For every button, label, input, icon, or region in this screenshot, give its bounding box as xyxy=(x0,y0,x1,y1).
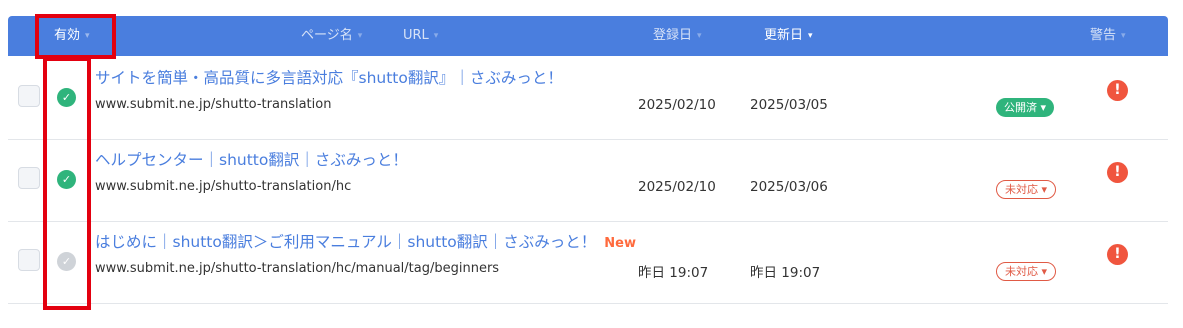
header-page-name-label: ページ名 xyxy=(301,28,353,43)
check-circle-icon[interactable]: ✓ xyxy=(57,252,76,271)
header-url-column[interactable]: URL ▾ xyxy=(403,28,438,44)
header-registered-label: 登録日 xyxy=(653,28,693,43)
registered-date: 2025/02/10 xyxy=(638,179,716,195)
warning-icon[interactable]: ! xyxy=(1107,162,1128,183)
table-row: ✓ サイトを簡単・高品質に多言語対応『shutto翻訳』｜さぶみっと！ www.… xyxy=(8,58,1168,140)
sort-caret-icon: ▾ xyxy=(357,31,363,41)
page-title-link[interactable]: はじめに｜shutto翻訳＞ご利用マニュアル｜shutto翻訳｜さぶみっと！ Ne… xyxy=(95,230,636,252)
table-header: 有効 ▾ ページ名 ▾ URL ▾ 登録日 ▾ 更新日 ▾ 警告 ▾ xyxy=(8,16,1168,56)
header-active-column[interactable]: 有効 ▾ xyxy=(54,28,90,44)
row-select-checkbox[interactable] xyxy=(18,249,40,271)
row-select-checkbox[interactable] xyxy=(18,167,40,189)
sort-caret-icon: ▾ xyxy=(433,31,439,41)
status-dropdown[interactable]: 未対応 ▾ xyxy=(996,262,1057,281)
check-circle-icon[interactable]: ✓ xyxy=(57,170,76,189)
sort-caret-icon: ▾ xyxy=(808,31,813,41)
sort-caret-icon: ▾ xyxy=(697,31,702,41)
registered-date: 2025/02/10 xyxy=(638,97,716,113)
new-label: New xyxy=(604,236,636,251)
registered-date: 昨日 19:07 xyxy=(638,265,709,281)
header-warning-column[interactable]: 警告 ▾ xyxy=(1090,28,1126,44)
page-url: www.submit.ne.jp/shutto-translation/hc xyxy=(95,179,352,194)
page-title-text: サイトを簡単・高品質に多言語対応『shutto翻訳』｜さぶみっと！ xyxy=(95,69,563,87)
page-title-link[interactable]: ヘルプセンター｜shutto翻訳｜さぶみっと！ xyxy=(95,148,416,170)
header-url-label: URL xyxy=(403,28,429,43)
page-title-link[interactable]: サイトを簡単・高品質に多言語対応『shutto翻訳』｜さぶみっと！ xyxy=(95,66,571,88)
header-registered-column[interactable]: 登録日 ▾ xyxy=(653,28,702,44)
warning-icon[interactable]: ! xyxy=(1107,80,1128,101)
updated-date: 2025/03/06 xyxy=(750,179,828,195)
header-updated-column[interactable]: 更新日 ▾ xyxy=(764,28,813,44)
sort-caret-icon: ▾ xyxy=(85,31,90,41)
page-url: www.submit.ne.jp/shutto-translation/hc/m… xyxy=(95,261,500,276)
check-circle-icon[interactable]: ✓ xyxy=(57,88,76,107)
header-active-label: 有効 xyxy=(54,28,81,43)
header-page-name-column[interactable]: ページ名 ▾ xyxy=(301,28,362,44)
table-row: ✓ はじめに｜shutto翻訳＞ご利用マニュアル｜shutto翻訳｜さぶみっと！… xyxy=(8,222,1168,304)
updated-date: 2025/03/05 xyxy=(750,97,828,113)
page-url: www.submit.ne.jp/shutto-translation xyxy=(95,97,332,112)
header-updated-label: 更新日 xyxy=(764,28,804,43)
row-select-checkbox[interactable] xyxy=(18,85,40,107)
sort-caret-icon: ▾ xyxy=(1121,31,1126,41)
status-dropdown[interactable]: 未対応 ▾ xyxy=(996,180,1057,199)
status-dropdown[interactable]: 公開済 ▾ xyxy=(996,98,1055,117)
header-warning-label: 警告 xyxy=(1090,28,1117,43)
page-title-text: ヘルプセンター｜shutto翻訳｜さぶみっと！ xyxy=(95,151,408,169)
table-row: ✓ ヘルプセンター｜shutto翻訳｜さぶみっと！ www.submit.ne.… xyxy=(8,140,1168,222)
page-title-text: はじめに｜shutto翻訳＞ご利用マニュアル｜shutto翻訳｜さぶみっと！ xyxy=(95,233,597,251)
warning-icon[interactable]: ! xyxy=(1107,244,1128,265)
updated-date: 昨日 19:07 xyxy=(750,265,821,281)
